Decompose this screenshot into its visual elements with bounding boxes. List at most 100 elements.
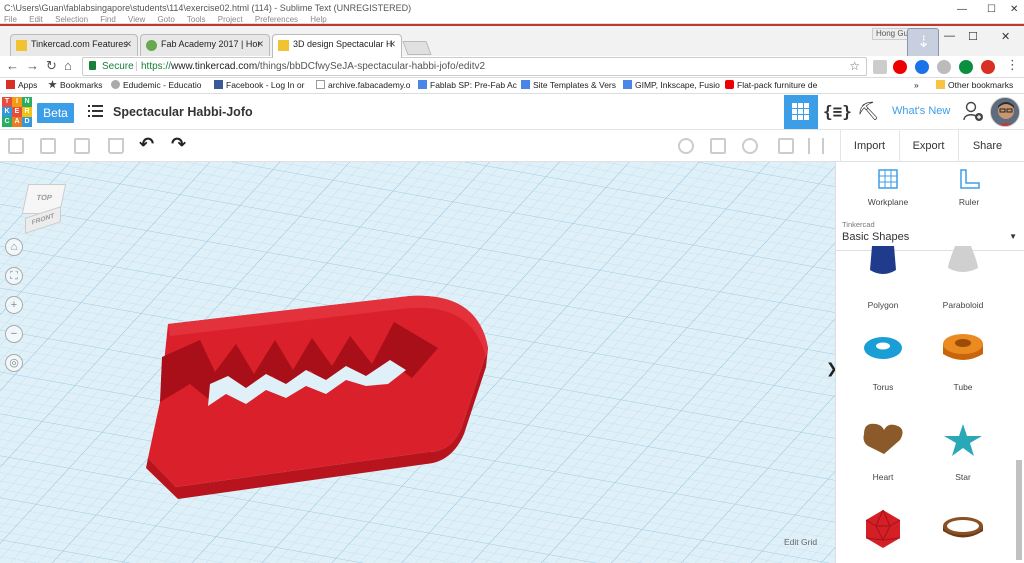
- edit-grid-link[interactable]: Edit Grid: [784, 537, 817, 547]
- tinkercad-logo[interactable]: T I N K E R C A D: [2, 97, 32, 127]
- bookmark-fablab-sp[interactable]: Fablab SP: Pre-Fab Ac: [418, 80, 517, 90]
- shape-heart[interactable]: Heart: [848, 418, 918, 482]
- shape-paraboloid[interactable]: Paraboloid: [928, 246, 998, 310]
- fit-view-icon[interactable]: ⛶: [5, 267, 23, 285]
- tinkercad-favicon-icon: [278, 40, 289, 51]
- forward-arrow-icon[interactable]: →: [26, 58, 39, 73]
- tab-close-icon[interactable]: ✕: [256, 39, 264, 50]
- perspective-icon[interactable]: ◎: [5, 354, 23, 372]
- shape-star[interactable]: Star: [928, 418, 998, 482]
- ungroup-icon[interactable]: [742, 138, 758, 154]
- import-button[interactable]: Import: [840, 130, 898, 162]
- workplane-canvas[interactable]: TOP FRONT ⌂ ⛶ + − ◎ Edit Grid: [0, 162, 835, 563]
- paste-icon[interactable]: [40, 138, 56, 154]
- tinkercad-favicon-icon: [16, 40, 27, 51]
- user-avatar[interactable]: [990, 97, 1020, 127]
- align-icon[interactable]: [778, 138, 794, 154]
- shape-icosahedron[interactable]: [848, 506, 918, 560]
- sublime-menu: File Edit Selection Find View Goto Tools…: [4, 15, 327, 24]
- bookmark-bookmarks[interactable]: Bookmarks: [48, 80, 103, 90]
- group-icon[interactable]: [710, 138, 726, 154]
- sublime-maximize-button[interactable]: ☐: [987, 4, 996, 15]
- redo-icon[interactable]: ↷: [171, 134, 186, 155]
- shape-ring[interactable]: [928, 506, 998, 560]
- reload-icon[interactable]: ↻: [46, 58, 57, 74]
- bookmark-other[interactable]: Other bookmarks: [936, 80, 1013, 90]
- snipping-tool-icon[interactable]: [907, 28, 939, 58]
- red-extension-icon[interactable]: [981, 60, 995, 74]
- bookmark-flat-pack[interactable]: Flat-pack furniture de: [725, 80, 817, 90]
- zoom-in-icon[interactable]: +: [5, 296, 23, 314]
- pinterest-extension-icon[interactable]: [893, 60, 907, 74]
- star-icon: [48, 80, 57, 89]
- design-name[interactable]: Spectacular Habbi-Jofo: [113, 105, 253, 119]
- shape-tube[interactable]: Tube: [928, 328, 998, 392]
- back-arrow-icon[interactable]: ←: [6, 58, 19, 73]
- bookmark-star-icon[interactable]: ☆: [849, 59, 860, 73]
- tab-label: 3D design Spectacular H: [293, 39, 393, 49]
- chrome-minimize-button[interactable]: —: [944, 30, 955, 42]
- shape-library-select[interactable]: Basic Shapes ▼: [842, 231, 1017, 243]
- shapes-panel: Workplane Ruler Tinkercad Basic Shapes ▼…: [835, 162, 1024, 563]
- whats-new-link[interactable]: What's New: [892, 105, 950, 117]
- mirror-icon[interactable]: [808, 138, 824, 154]
- bricks-pickaxe-icon[interactable]: ⛏: [857, 101, 880, 122]
- copy-icon[interactable]: [8, 138, 24, 154]
- bookmark-gimp-inkscape[interactable]: GIMP, Inkscape, Fusio: [623, 80, 720, 90]
- share-button[interactable]: Share: [958, 130, 1016, 162]
- site-icon: [418, 80, 427, 89]
- export-button[interactable]: Export: [899, 130, 957, 162]
- cloud-extension-icon[interactable]: [937, 60, 951, 74]
- bookmark-fabacademy-archive[interactable]: archive.fabacademy.o: [316, 80, 411, 90]
- workplane-tool[interactable]: Workplane: [858, 168, 918, 207]
- duplicate-icon[interactable]: [74, 138, 90, 154]
- view-cube[interactable]: TOP FRONT: [21, 184, 67, 234]
- tab-tinkercad-features[interactable]: Tinkercad.com Features ✕: [10, 34, 138, 58]
- codeblocks-icon[interactable]: {≡}: [823, 102, 852, 121]
- sublime-close-button[interactable]: ✕: [1010, 4, 1018, 15]
- sublime-minimize-button[interactable]: —: [957, 4, 967, 15]
- delete-trash-icon[interactable]: [108, 138, 124, 154]
- chrome-maximize-button[interactable]: ☐: [968, 30, 978, 43]
- facebook-icon: [214, 80, 223, 89]
- panel-scrollbar[interactable]: [1016, 460, 1022, 560]
- ring-shape-icon: [943, 517, 983, 538]
- bookmark-edudemic[interactable]: Edudemic - Educatio: [111, 80, 201, 90]
- lightbulb-icon[interactable]: [678, 138, 694, 154]
- k-extension-icon[interactable]: [959, 60, 973, 74]
- home-view-icon[interactable]: ⌂: [5, 238, 23, 256]
- lock-icon: [89, 61, 96, 70]
- 3d-view-button[interactable]: [784, 95, 818, 129]
- undo-icon[interactable]: ↶: [139, 134, 154, 155]
- tab-fab-academy[interactable]: Fab Academy 2017 | Hor ✕: [140, 34, 270, 58]
- browser-tab-strip: Tinkercad.com Features ✕ Fab Academy 201…: [0, 24, 1024, 58]
- zoom-out-icon[interactable]: −: [5, 325, 23, 343]
- chrome-menu-icon[interactable]: ⋮: [1006, 57, 1019, 73]
- hp-extension-icon[interactable]: [915, 60, 929, 74]
- tab-close-icon[interactable]: ✕: [388, 39, 396, 50]
- bookmark-site-templates[interactable]: Site Templates & Vers: [521, 80, 616, 90]
- design-list-icon[interactable]: [88, 105, 103, 117]
- tab-3d-design[interactable]: 3D design Spectacular H ✕: [272, 34, 402, 58]
- shape-polygon[interactable]: Polygon: [848, 246, 918, 310]
- page-icon: [316, 80, 325, 89]
- extension-icon[interactable]: [873, 60, 887, 74]
- workplane-label: Workplane: [867, 197, 909, 207]
- tinkercad-header: T I N K E R C A D Beta Spectacular Habbi…: [0, 94, 1024, 130]
- folder-icon: [936, 80, 945, 89]
- tab-close-icon[interactable]: ✕: [124, 39, 132, 50]
- beta-badge[interactable]: Beta: [37, 103, 74, 123]
- torus-shape-icon: [864, 337, 902, 359]
- bookmarks-overflow[interactable]: »: [914, 80, 919, 90]
- home-icon[interactable]: ⌂: [64, 58, 72, 73]
- bookmark-apps[interactable]: Apps: [6, 80, 37, 90]
- chrome-close-button[interactable]: ✕: [1001, 30, 1010, 43]
- bookmark-facebook[interactable]: Facebook - Log In or: [214, 80, 304, 90]
- add-user-icon[interactable]: [962, 100, 984, 122]
- shape-torus[interactable]: Torus: [848, 328, 918, 392]
- ruler-tool[interactable]: Ruler: [939, 168, 999, 207]
- site-icon: [623, 80, 632, 89]
- sublime-window-title: C:\Users\Guan\fablabsingapore\students\1…: [4, 3, 412, 13]
- new-tab-button[interactable]: [402, 41, 432, 55]
- url-input[interactable]: Secure | https://www.tinkercad.com/thing…: [82, 57, 867, 76]
